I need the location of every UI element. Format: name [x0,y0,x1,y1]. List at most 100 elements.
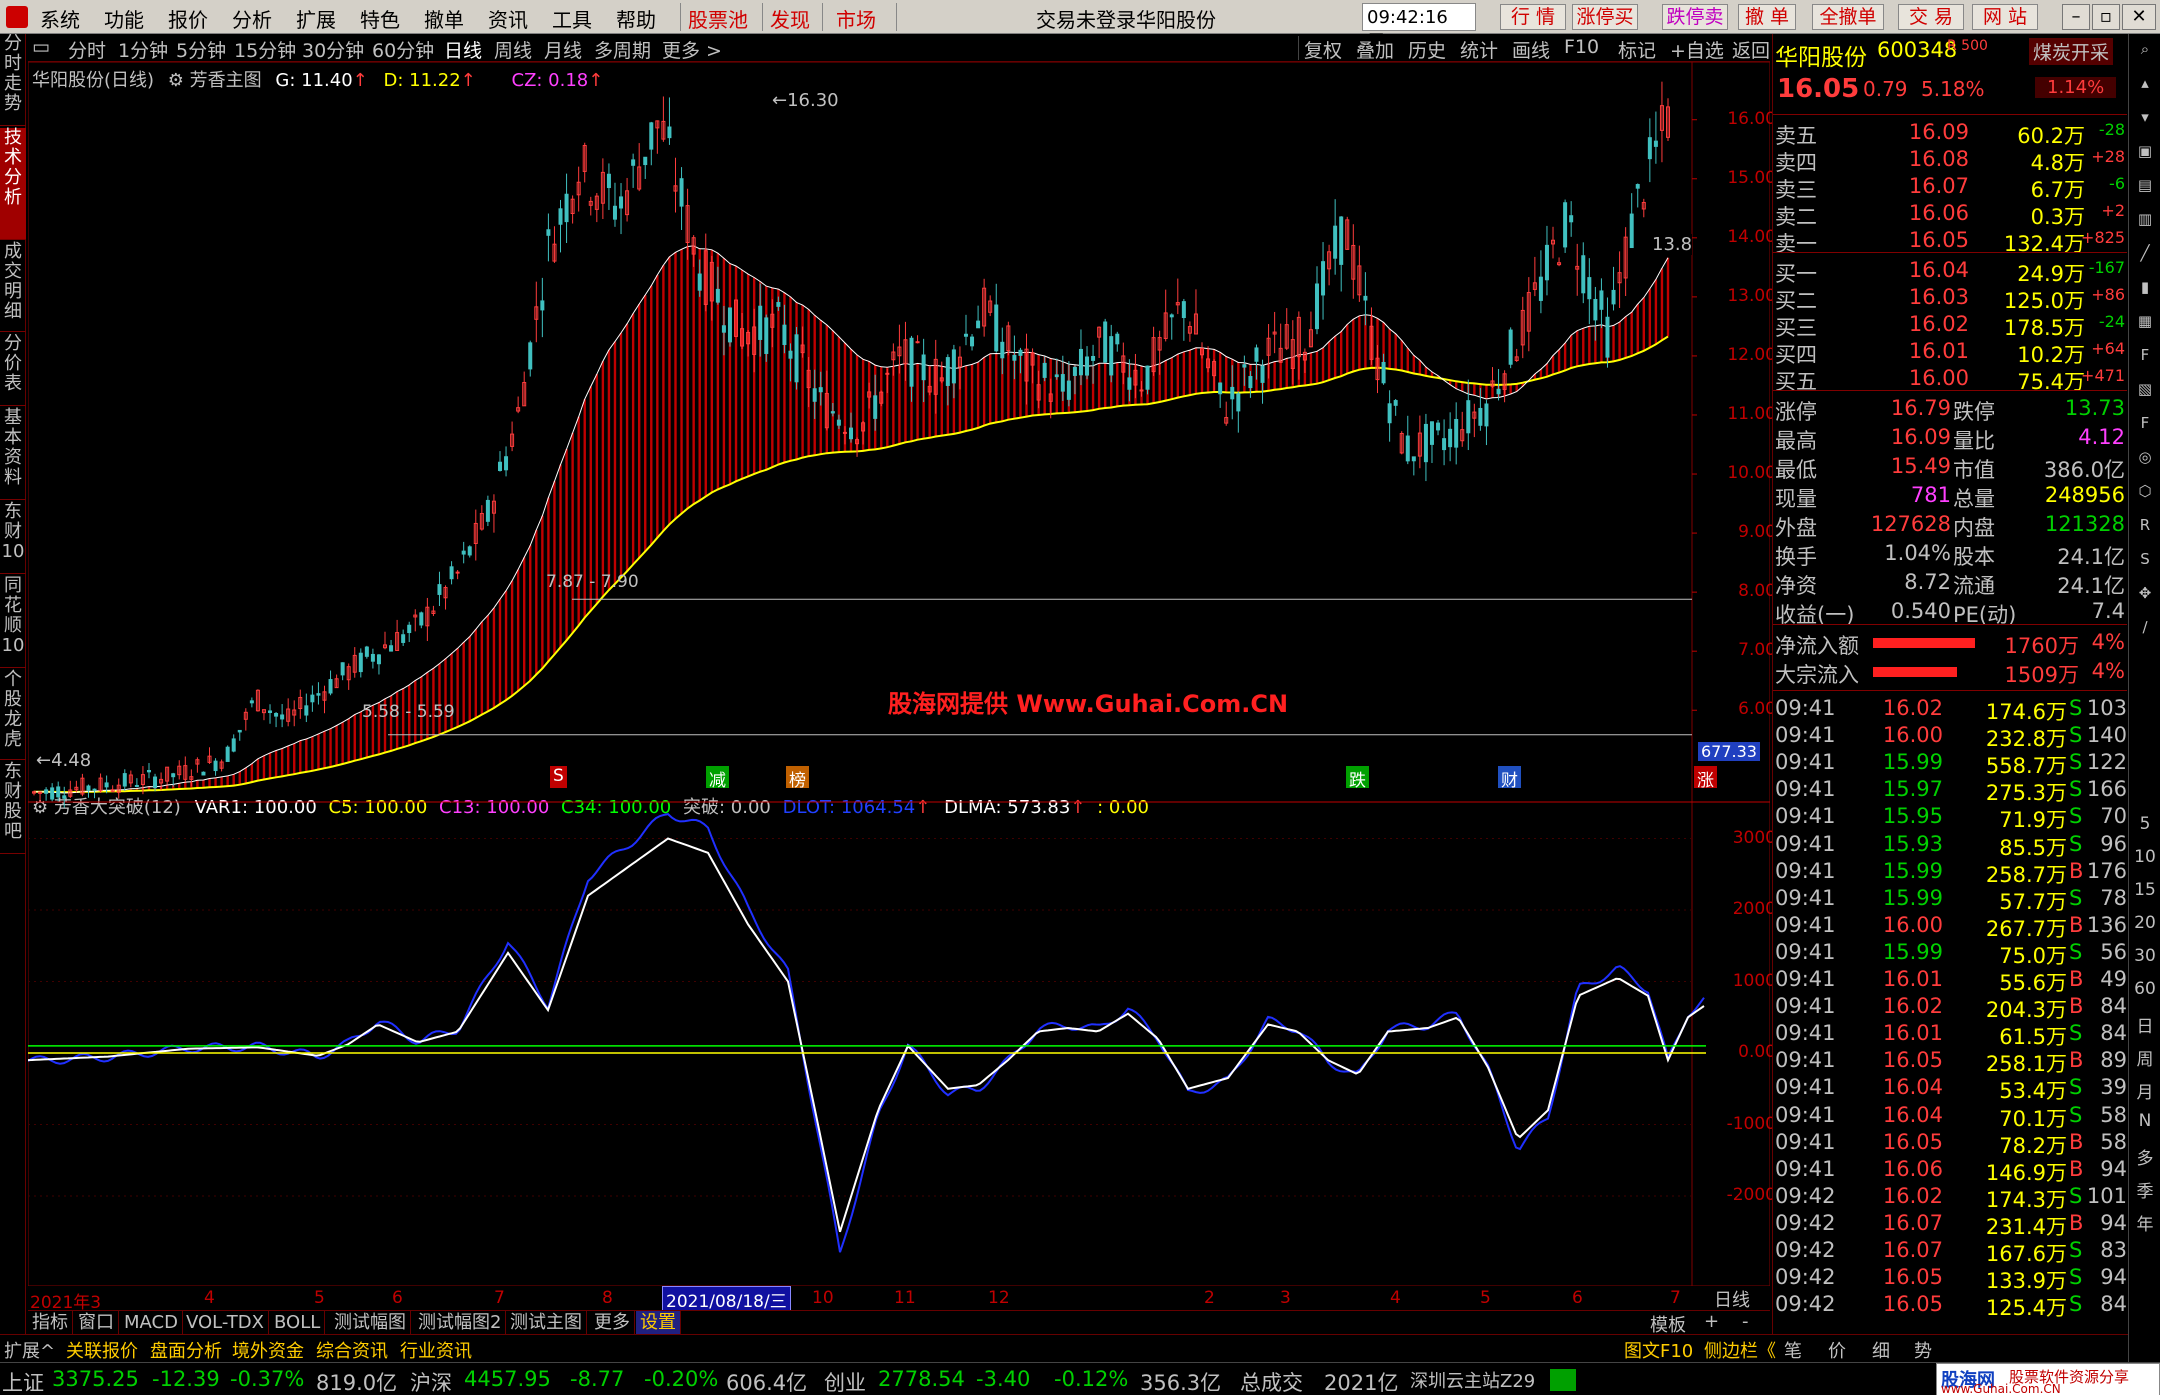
menu-market[interactable]: 市场 [836,4,876,33]
minimize-icon[interactable]: – [2062,4,2090,30]
period-30min[interactable]: 30分钟 [302,36,364,63]
btn-cancel-all[interactable]: 全撤单 [1812,4,1884,30]
menu-function[interactable]: 功能 [104,4,144,33]
hs-index-name[interactable]: 沪深 [410,1367,452,1395]
period-multi[interactable]: 多周期 [594,36,651,63]
side-tool-icon[interactable]: ⬡ [2132,482,2158,506]
side-tool-icon[interactable]: ▥ [2132,210,2158,234]
tab-window[interactable]: 窗口 [74,1311,119,1335]
side-tool-icon[interactable]: ▾ [2132,108,2158,132]
period-weekly[interactable]: 周线 [494,36,532,63]
btn-related-quote[interactable]: 关联报价 [66,1337,138,1363]
side-tool-icon[interactable]: ✥ [2132,584,2158,608]
btn-overlay[interactable]: 叠加 [1356,36,1394,63]
tab-trades[interactable]: 成交明细 [0,242,26,332]
btn-foreign-funds[interactable]: 境外资金 [232,1337,304,1363]
zoom-out-button[interactable]: - [1742,1311,1749,1332]
btn-f10-graphic[interactable]: 图文F10 [1624,1337,1693,1363]
side-period-button[interactable]: 60 [2129,979,2160,999]
period-5min[interactable]: 5分钟 [176,36,226,63]
tab-settings[interactable]: 设置 [636,1311,681,1335]
side-tool-icon[interactable]: ▮ [2132,278,2158,302]
btn-mark[interactable]: 标记 [1618,36,1656,63]
side-tool-icon[interactable]: ╱ [2132,244,2158,268]
btn-industry-news[interactable]: 行业资讯 [400,1337,472,1363]
event-marker[interactable]: 减 [706,766,729,791]
event-marker[interactable]: S [550,766,567,788]
menu-discover[interactable]: 发现 [770,4,810,33]
sh-index-name[interactable]: 上证 [2,1367,44,1395]
side-tool-icon[interactable]: S [2132,550,2158,574]
btn-draw[interactable]: 画线 [1512,36,1550,63]
tab-basic-info[interactable]: 基本资料 [0,408,26,500]
tab-price[interactable]: 价 [1828,1337,1846,1363]
btn-trade[interactable]: 交 易 [1898,4,1964,30]
period-1min[interactable]: 1分钟 [118,36,168,63]
menu-stock-pool[interactable]: 股票池 [688,4,748,33]
zoom-in-button[interactable]: + [1704,1311,1719,1332]
side-period-button[interactable]: 30 [2129,946,2160,966]
tab-vol-tdx[interactable]: VOL-TDX [182,1311,269,1335]
tab-forum[interactable]: 东财股吧 [0,762,26,854]
side-tool-icon[interactable]: R [2132,516,2158,540]
tab-trend[interactable]: 势 [1914,1337,1932,1363]
period-intraday[interactable]: 分时 [68,36,106,63]
event-marker[interactable]: 跌 [1346,766,1369,791]
tab-macd[interactable]: MACD [120,1311,183,1335]
tab-intraday[interactable]: 分时走势 [0,34,26,126]
event-marker[interactable]: 财 [1498,766,1521,791]
period-daily[interactable]: 日线 [444,36,482,63]
tab-boll[interactable]: BOLL [270,1311,326,1335]
tab-dongcai10[interactable]: 东财10 [0,502,26,574]
panel-toggle-icon[interactable]: ▭ [32,36,50,58]
tab-tonghuashun10[interactable]: 同花顺10 [0,576,26,668]
side-period-button[interactable]: 日 [2129,1012,2160,1037]
side-tool-icon[interactable]: F [2132,346,2158,370]
side-tool-icon[interactable]: ▣ [2132,142,2158,166]
event-marker[interactable]: 涨 [1694,766,1717,791]
btn-limit-up-buy[interactable]: 涨停买 [1572,4,1638,30]
menu-news[interactable]: 资讯 [488,4,528,33]
menu-analysis[interactable]: 分析 [232,4,272,33]
menu-quote[interactable]: 报价 [168,4,208,33]
period-60min[interactable]: 60分钟 [372,36,434,63]
side-period-button[interactable]: 月 [2129,1078,2160,1103]
tab-technical[interactable]: 技术分析 [0,128,26,240]
side-period-button[interactable]: 年 [2129,1210,2160,1235]
btn-general-news[interactable]: 综合资讯 [316,1337,388,1363]
side-tool-icon[interactable]: ▤ [2132,176,2158,200]
menu-cancel[interactable]: 撤单 [424,4,464,33]
btn-f10[interactable]: F10 [1564,36,1599,58]
btn-market-analysis[interactable]: 盘面分析 [150,1337,222,1363]
tab-strokes[interactable]: 笔 [1784,1337,1802,1363]
side-tool-icon[interactable]: F [2132,414,2158,438]
cy-index-name[interactable]: 创业 [824,1367,866,1395]
tab-price-table[interactable]: 分价表 [0,334,26,406]
period-monthly[interactable]: 月线 [544,36,582,63]
tab-more[interactable]: 更多 [590,1311,635,1335]
side-tool-icon[interactable]: ▴ [2132,74,2158,98]
tab-test-sub1[interactable]: 测试幅图 [330,1311,411,1335]
tab-indicator[interactable]: 指标 [28,1311,73,1335]
side-period-button[interactable]: 20 [2129,913,2160,933]
menu-extension[interactable]: 扩展 [296,4,336,33]
period-15min[interactable]: 15分钟 [234,36,296,63]
menu-system[interactable]: 系统 [40,4,80,33]
side-tool-icon[interactable]: ∕ [2132,618,2158,642]
event-marker[interactable]: 榜 [786,766,809,791]
menu-tools[interactable]: 工具 [552,4,592,33]
close-icon[interactable]: ✕ [2122,4,2156,30]
btn-website[interactable]: 网 站 [1972,4,2038,30]
btn-cancel-order[interactable]: 撤 单 [1738,4,1796,30]
btn-sidebar[interactable]: 侧边栏《 [1704,1337,1776,1363]
side-tool-icon[interactable]: ▦ [2132,312,2158,336]
chart-area[interactable] [28,62,1770,1286]
tab-detail[interactable]: 细 [1872,1337,1890,1363]
server-name[interactable]: 深圳云主站Z29 [1410,1367,1535,1393]
menu-special[interactable]: 特色 [360,4,400,33]
side-period-button[interactable]: 多 [2129,1144,2160,1169]
quote-sector-tag[interactable]: 煤炭开采 [2029,38,2114,65]
side-period-button[interactable]: 季 [2129,1177,2160,1202]
side-period-button[interactable]: N [2129,1111,2160,1131]
btn-history[interactable]: 历史 [1408,36,1446,63]
